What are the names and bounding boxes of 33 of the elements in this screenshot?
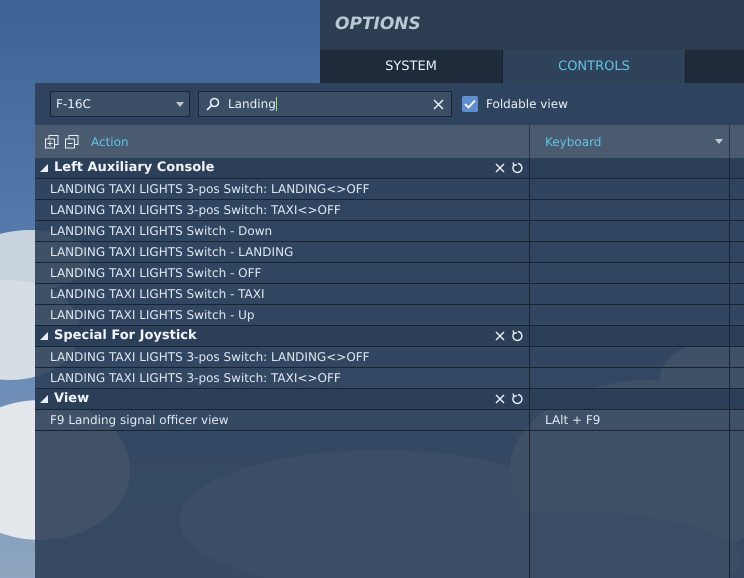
expanded-triangle-icon[interactable] [40,332,48,340]
expand-all-icon[interactable] [45,134,59,148]
reset-icon[interactable] [511,162,523,174]
search-field[interactable]: Landing [198,91,452,117]
action-cell[interactable]: LANDING TAXI LIGHTS Switch - Up [50,306,255,324]
collapse-all-icon[interactable] [65,134,79,148]
action-cell[interactable]: LANDING TAXI LIGHTS Switch - OFF [50,264,262,282]
caret-icon [176,102,184,106]
aircraft-dropdown[interactable]: F-16C [50,91,190,117]
action-cell[interactable]: LANDING TAXI LIGHTS 3-pos Switch: LANDING<>OFF [50,348,370,366]
close-icon[interactable] [433,98,444,110]
close-icon[interactable] [495,331,505,341]
search-text: Landing [228,96,278,113]
caret-icon [715,139,723,144]
close-icon[interactable] [495,394,505,404]
close-icon[interactable] [495,163,505,173]
expanded-triangle-icon[interactable] [40,164,48,172]
action-cell[interactable]: F9 Landing signal officer view [50,411,229,429]
foldable-checkbox[interactable] [462,96,478,112]
action-cell[interactable]: LANDING TAXI LIGHTS 3-pos Switch: TAXI<>OFF [50,369,341,387]
action-cell[interactable]: LANDING TAXI LIGHTS Switch - LANDING [50,243,294,261]
binding-cell[interactable]: LAlt + F9 [545,411,600,429]
expanded-triangle-icon[interactable] [40,395,48,403]
reset-icon[interactable] [511,330,523,342]
tab[interactable]: CONTROLS [503,50,686,83]
reset-icon[interactable] [511,393,523,405]
foldable-label: Foldable view [486,96,568,113]
search-icon [206,97,220,111]
options-title: OPTIONS [335,13,421,36]
action-cell[interactable]: LANDING TAXI LIGHTS Switch - Down [50,222,272,240]
action-cell[interactable]: LANDING TAXI LIGHTS Switch - TAXI [50,285,265,303]
action-cell[interactable]: LANDING TAXI LIGHTS 3-pos Switch: TAXI<>OFF [50,201,341,219]
action-cell[interactable]: LANDING TAXI LIGHTS 3-pos Switch: LANDING<>OFF [50,180,370,198]
